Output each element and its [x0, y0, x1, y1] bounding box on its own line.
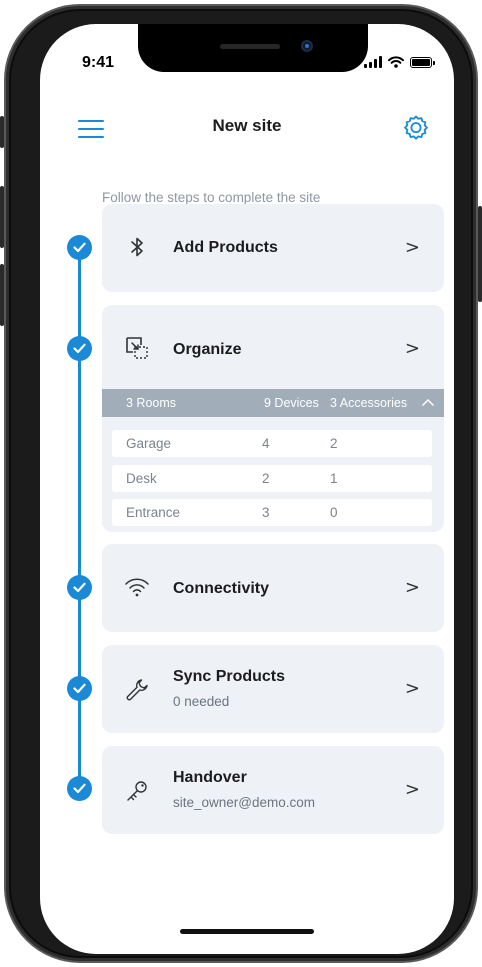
step-complete-check-icon: [67, 776, 92, 801]
battery-icon: [410, 56, 435, 68]
screen: 9:41 New site Follow the steps to comple…: [40, 24, 454, 954]
room-devices: 4: [262, 436, 270, 451]
instructions-text: Follow the steps to complete the site: [102, 190, 321, 205]
table-row[interactable]: Garage 4 2: [112, 430, 432, 457]
step-card-organize[interactable]: Organize > 3 Rooms 9 Devices 3 Accessori…: [102, 305, 444, 532]
step-label: Sync Products: [173, 668, 286, 685]
chevron-right-icon: >: [404, 338, 420, 359]
room-devices: 2: [262, 471, 270, 486]
room-name: Desk: [126, 471, 157, 486]
devices-count: 9 Devices: [264, 396, 319, 410]
bluetooth-icon: [131, 237, 143, 257]
notch: [138, 24, 368, 72]
step-complete-check-icon: [67, 336, 92, 361]
key-icon: [127, 781, 147, 801]
step-complete-check-icon: [67, 235, 92, 260]
volume-down-button: [0, 264, 4, 326]
room-accessories: 0: [330, 505, 338, 520]
volume-up-button: [0, 186, 4, 248]
step-card-add-products[interactable]: Add Products >: [102, 204, 444, 292]
step-sublabel: site_owner@demo.com: [173, 795, 316, 810]
gear-icon[interactable]: [402, 114, 430, 142]
wifi-icon: [125, 578, 149, 597]
room-name: Garage: [126, 436, 172, 451]
status-time: 9:41: [82, 54, 115, 71]
room-name: Entrance: [126, 505, 181, 520]
step-complete-check-icon: [67, 676, 92, 701]
step-label: Add Products: [173, 239, 278, 256]
step-label: Connectivity: [173, 580, 270, 597]
room-accessories: 1: [330, 471, 338, 486]
speaker: [220, 44, 280, 49]
power-button: [478, 206, 482, 302]
signal-icon: [364, 56, 382, 68]
mute-switch: [0, 116, 4, 148]
chevron-right-icon: >: [404, 779, 420, 800]
rooms-count: 3 Rooms: [126, 396, 177, 410]
wrench-icon: [126, 679, 148, 701]
step-label: Organize: [173, 341, 242, 358]
status-icons: [364, 56, 435, 68]
step-label: Handover: [173, 769, 247, 786]
room-accessories: 2: [330, 436, 338, 451]
table-row[interactable]: Entrance 3 0: [112, 499, 432, 526]
phone-frame: 9:41 New site Follow the steps to comple…: [0, 4, 482, 963]
room-devices: 3: [262, 505, 270, 520]
organize-icon: [126, 337, 148, 359]
step-card-sync-products[interactable]: Sync Products 0 needed >: [102, 645, 444, 733]
chevron-up-icon[interactable]: [422, 398, 434, 406]
table-row[interactable]: Desk 2 1: [112, 465, 432, 492]
step-complete-check-icon: [67, 575, 92, 600]
home-indicator[interactable]: [180, 929, 314, 934]
chevron-right-icon: >: [404, 678, 420, 699]
step-card-handover[interactable]: Handover site_owner@demo.com >: [102, 746, 444, 834]
progress-timeline: [78, 247, 81, 787]
step-sublabel: 0 needed: [173, 694, 230, 709]
organize-summary-table: 3 Rooms 9 Devices 3 Accessories Garage 4…: [102, 389, 444, 526]
front-camera: [301, 40, 313, 52]
wifi-status-icon: [388, 56, 404, 68]
chevron-right-icon: >: [404, 237, 420, 258]
page-title: New site: [212, 116, 282, 135]
step-card-connectivity[interactable]: Connectivity >: [102, 544, 444, 632]
table-header[interactable]: 3 Rooms 9 Devices 3 Accessories: [102, 389, 444, 417]
accessories-count: 3 Accessories: [330, 396, 408, 410]
chevron-right-icon: >: [404, 577, 420, 598]
